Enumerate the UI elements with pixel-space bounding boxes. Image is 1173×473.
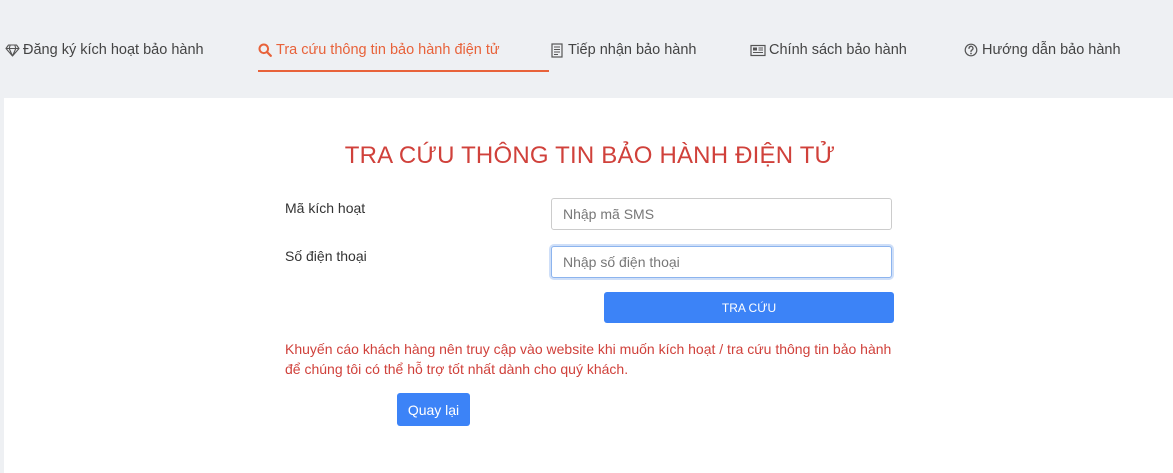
activation-code-input[interactable]: [551, 198, 892, 230]
tab-register-warranty[interactable]: Đăng ký kích hoạt bảo hành: [4, 38, 204, 62]
activation-code-label: Mã kích hoạt: [285, 200, 366, 216]
notice-line-1: Khuyến cáo khách hàng nên truy cập vào w…: [285, 341, 892, 357]
top-navigation: Đăng ký kích hoạt bảo hành Tra cứu thông…: [0, 0, 1173, 98]
document-icon: [549, 42, 565, 58]
notice-line-2: để chúng tôi có thể hỗ trợ tốt nhất dành…: [285, 361, 629, 377]
tab-label: Đăng ký kích hoạt bảo hành: [23, 42, 204, 58]
notice-text: Khuyến cáo khách hàng nên truy cập vào w…: [285, 339, 905, 379]
tab-label: Tra cứu thông tin bảo hành điện tử: [276, 42, 500, 58]
tab-lookup-warranty[interactable]: Tra cứu thông tin bảo hành điện tử: [257, 38, 500, 62]
tab-label: Hướng dẫn bảo hành: [982, 42, 1121, 58]
search-icon: [257, 42, 273, 58]
back-button[interactable]: Quay lại: [397, 393, 470, 426]
question-circle-icon: [963, 42, 979, 58]
diamond-icon: [4, 42, 20, 58]
tab-warranty-policy[interactable]: Chính sách bảo hành: [750, 38, 907, 62]
tab-label: Chính sách bảo hành: [769, 42, 907, 58]
tab-receive-warranty[interactable]: Tiếp nhận bảo hành: [549, 38, 696, 62]
tab-label: Tiếp nhận bảo hành: [568, 42, 697, 58]
phone-input[interactable]: [551, 246, 892, 278]
newspaper-icon: [750, 42, 766, 58]
page-title: TRA CỨU THÔNG TIN BẢO HÀNH ĐIỆN TỬ: [344, 142, 836, 169]
phone-label: Số điện thoại: [285, 248, 367, 264]
tab-warranty-guide[interactable]: Hướng dẫn bảo hành: [963, 38, 1121, 62]
active-tab-indicator: [258, 70, 549, 72]
lookup-button[interactable]: TRA CỨU: [604, 292, 894, 323]
